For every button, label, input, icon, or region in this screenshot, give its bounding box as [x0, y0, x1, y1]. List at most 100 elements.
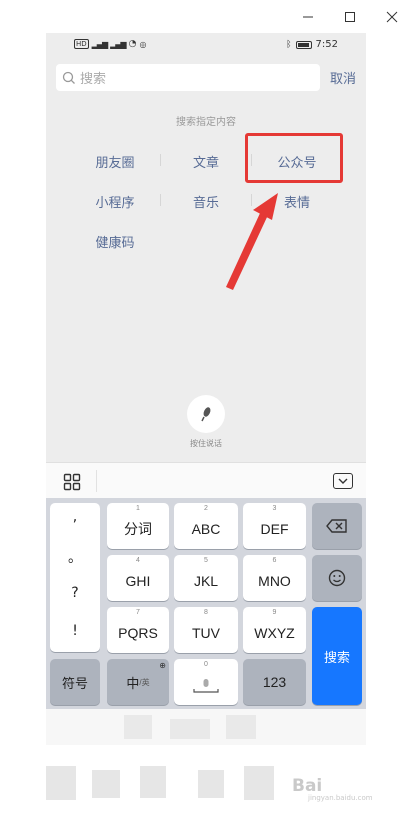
key-sub: 3: [272, 505, 277, 512]
blurred-area: [198, 770, 224, 798]
key-6[interactable]: 6 MNO: [243, 555, 306, 601]
collapse-keyboard-button[interactable]: [333, 473, 353, 489]
key-sub: 2: [204, 505, 208, 512]
key-sub: 8: [204, 609, 208, 616]
key-sub: 1: [136, 505, 140, 512]
key-sub: 4: [136, 557, 140, 564]
key-label: GHI: [125, 573, 151, 589]
category-health-code[interactable]: 健康码: [75, 232, 155, 251]
key-label: DEF: [260, 521, 289, 537]
maximize-icon: [345, 12, 355, 22]
key-label: JKL: [193, 573, 219, 589]
language-switch-key[interactable]: 中/英 ⊕: [107, 659, 169, 705]
watermark: Bai jingyan.baidu.com: [292, 776, 373, 802]
key-label: 分词: [124, 521, 152, 537]
bluetooth-icon: ᛒ: [286, 39, 292, 50]
backspace-key[interactable]: [312, 503, 362, 549]
symbol-key[interactable]: 符号: [50, 659, 100, 705]
close-icon: [386, 11, 398, 23]
wifi-icon: ◔: [128, 39, 137, 49]
key-5[interactable]: 5 JKL: [174, 555, 238, 601]
lang-alt-label: /英: [139, 677, 150, 687]
signal-icon-2: ▂▄▆: [110, 39, 127, 49]
nfc-icon: ◎: [139, 39, 147, 49]
keyboard: , 。 ? ! 1 分词 2 ABC 3 DEF 4 GHI 5 JKL 6 M…: [46, 498, 366, 709]
minimize-button[interactable]: [287, 0, 329, 34]
status-bar: HD ▂▄▆ ▂▄▆ ◔ ◎ ᛒ 7:52: [46, 33, 366, 57]
category-divider: [160, 154, 161, 166]
toolbar-divider: [96, 470, 97, 492]
space-key[interactable]: 0: [174, 659, 238, 705]
key-sub: 0: [204, 661, 208, 668]
signal-icon: ▂▄▆: [91, 39, 109, 49]
emoji-key[interactable]: [312, 555, 362, 601]
key-9[interactable]: 9 WXYZ: [243, 607, 306, 653]
status-left: HD ▂▄▆ ▂▄▆ ◔ ◎: [74, 39, 146, 49]
keyboard-toolbar: [46, 462, 366, 498]
grid-menu-icon[interactable]: [63, 473, 81, 491]
key-sub: 9: [272, 609, 277, 616]
minimize-icon: [303, 16, 313, 18]
punct-key-period[interactable]: 。: [50, 547, 100, 567]
key-sub: 5: [204, 557, 208, 564]
blurred-area: [244, 766, 274, 800]
key-sub: 6: [272, 557, 277, 564]
key-label: ABC: [191, 521, 221, 537]
key-label: MNO: [258, 573, 291, 589]
number-key[interactable]: 123: [243, 659, 306, 705]
window-controls: [287, 0, 413, 34]
search-key[interactable]: 搜索: [312, 607, 362, 705]
key-3[interactable]: 3 DEF: [243, 503, 306, 549]
category-music[interactable]: 音乐: [166, 192, 246, 211]
key-label: WXYZ: [254, 625, 295, 641]
category-articles[interactable]: 文章: [166, 152, 246, 171]
space-mic-icon: [193, 679, 219, 693]
maximize-button[interactable]: [329, 0, 371, 34]
category-stickers[interactable]: 表情: [257, 192, 337, 211]
watermark-text: Bai: [292, 776, 323, 796]
punct-key-exclaim[interactable]: !: [50, 623, 100, 639]
key-2[interactable]: 2 ABC: [174, 503, 238, 549]
blurred-area: [124, 715, 152, 739]
hd-badge: HD: [74, 39, 89, 49]
category-divider: [160, 194, 161, 206]
key-7[interactable]: 7 PQRS: [107, 607, 169, 653]
search-row: 搜索 取消: [56, 64, 356, 91]
key-1[interactable]: 1 分词: [107, 503, 169, 549]
blurred-area: [226, 715, 256, 739]
category-mini-programs[interactable]: 小程序: [75, 192, 155, 211]
navigation-bar: [46, 709, 366, 745]
blurred-area: [170, 719, 210, 739]
lang-main-label: 中: [126, 675, 140, 691]
battery-icon: [295, 40, 312, 49]
phone-screen: HD ▂▄▆ ▂▄▆ ◔ ◎ ᛒ 7:52 搜索 取消 搜索指定内容 朋友圈 文…: [46, 33, 366, 745]
blurred-area: [140, 766, 166, 798]
voice-button[interactable]: [187, 395, 225, 433]
backspace-icon: [326, 519, 347, 533]
search-placeholder: 搜索: [80, 72, 107, 87]
microphone-icon: [201, 407, 211, 422]
close-button[interactable]: [371, 0, 413, 34]
punctuation-column[interactable]: , 。 ? !: [50, 503, 100, 652]
blurred-area: [46, 766, 76, 800]
chevron-down-icon: [338, 478, 348, 484]
cancel-button[interactable]: 取消: [330, 68, 356, 87]
smiley-icon: [328, 569, 346, 587]
watermark-sub: jingyan.baidu.com: [308, 794, 373, 802]
status-time: 7:52: [315, 39, 338, 50]
key-label: PQRS: [118, 625, 158, 641]
voice-label: 按住说话: [190, 439, 222, 448]
search-input[interactable]: 搜索: [56, 64, 320, 91]
category-divider: [251, 194, 252, 206]
blurred-area: [92, 770, 120, 798]
punct-key-comma[interactable]: ,: [50, 509, 100, 525]
punct-key-question[interactable]: ?: [50, 585, 100, 601]
key-sub: 7: [136, 609, 140, 616]
key-label: TUV: [192, 625, 220, 641]
search-icon: [62, 71, 75, 84]
key-8[interactable]: 8 TUV: [174, 607, 238, 653]
key-4[interactable]: 4 GHI: [107, 555, 169, 601]
globe-icon: ⊕: [159, 661, 166, 670]
category-moments[interactable]: 朋友圈: [75, 152, 155, 171]
highlight-box: [245, 133, 343, 183]
